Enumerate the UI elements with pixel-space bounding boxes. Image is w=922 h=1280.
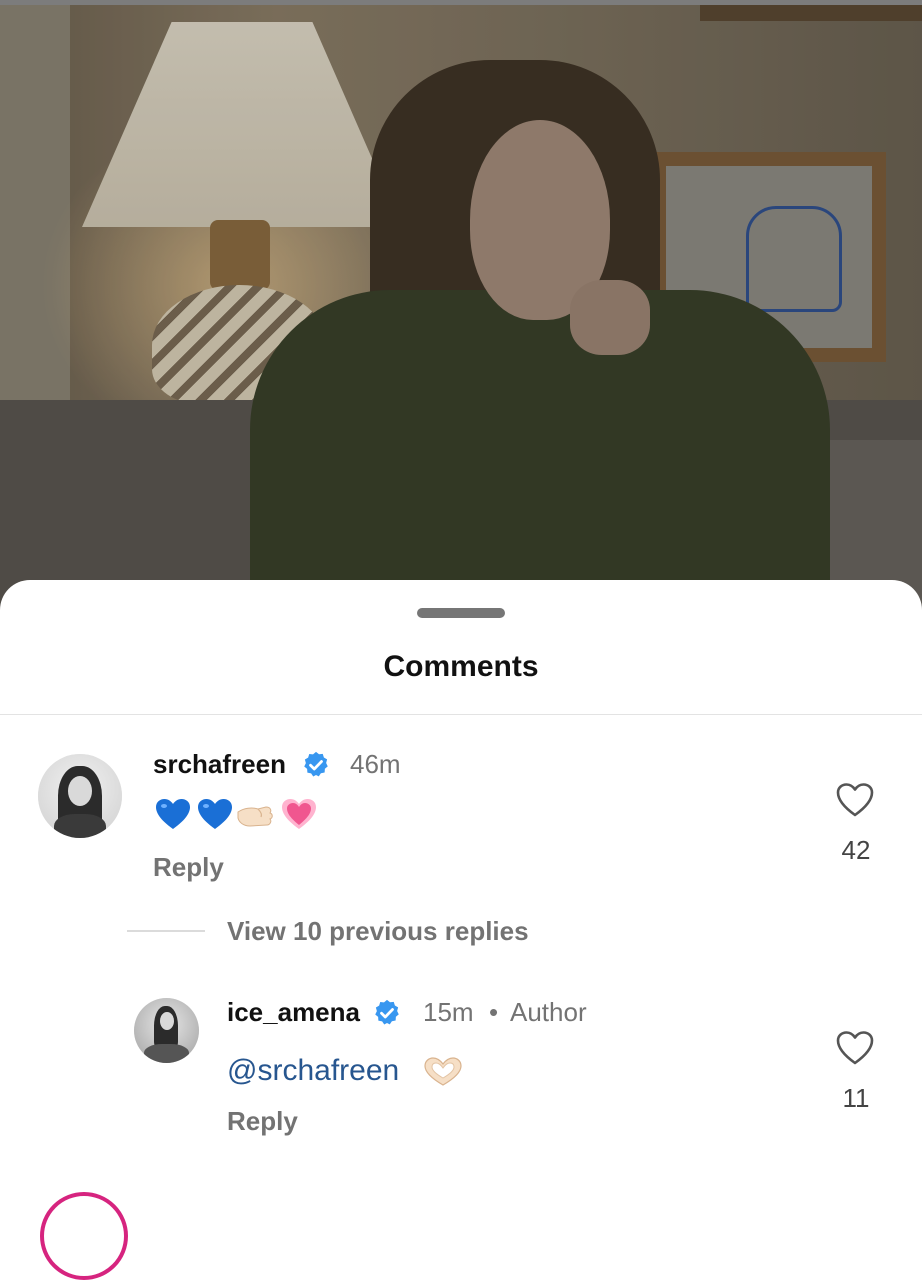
avatar-body	[144, 1044, 189, 1063]
post-photo-background	[0, 0, 922, 620]
avatar-face	[68, 776, 92, 806]
next-comment-avatar[interactable]	[40, 1192, 128, 1280]
heart-hands-emoji	[424, 1057, 462, 1086]
comment-time: 15m	[423, 997, 474, 1027]
comment-username[interactable]: srchafreen	[153, 749, 286, 780]
like-count: 42	[841, 835, 871, 865]
growing-heart-emoji	[282, 799, 316, 829]
pinching-hand-emoji	[237, 806, 273, 827]
avatar-srchafreen[interactable]	[38, 754, 122, 838]
verified-badge-icon	[375, 999, 399, 1025]
mention-link[interactable]: @srchafreen	[227, 1054, 399, 1088]
avatar-ice-amena[interactable]	[134, 998, 199, 1063]
sheet-drag-handle[interactable]	[417, 608, 505, 618]
blue-heart-emoji	[156, 799, 190, 829]
author-tag: Author	[510, 997, 587, 1027]
replies-divider-line	[127, 930, 205, 932]
photo-dim-overlay	[0, 0, 922, 620]
comment-username[interactable]: ice_amena	[227, 997, 360, 1028]
view-previous-replies-button[interactable]: View 10 previous replies	[227, 916, 529, 947]
comments-title: Comments	[383, 650, 539, 683]
meta-separator: •	[489, 997, 499, 1027]
like-count: 11	[842, 1083, 870, 1113]
avatar-body	[54, 814, 106, 838]
heart-outline-icon[interactable]	[835, 1030, 875, 1066]
avatar-face	[160, 1012, 174, 1030]
comments-sheet: Comments srchafreen 46m Reply 42 View 10…	[0, 580, 922, 1280]
reply-button[interactable]: Reply	[153, 852, 224, 883]
title-divider	[0, 714, 922, 715]
heart-outline-icon[interactable]	[835, 782, 875, 818]
comment-time: 46m	[350, 749, 401, 779]
reply-button[interactable]: Reply	[227, 1106, 298, 1137]
verified-badge-icon	[304, 751, 328, 777]
blue-heart-emoji	[198, 799, 232, 829]
